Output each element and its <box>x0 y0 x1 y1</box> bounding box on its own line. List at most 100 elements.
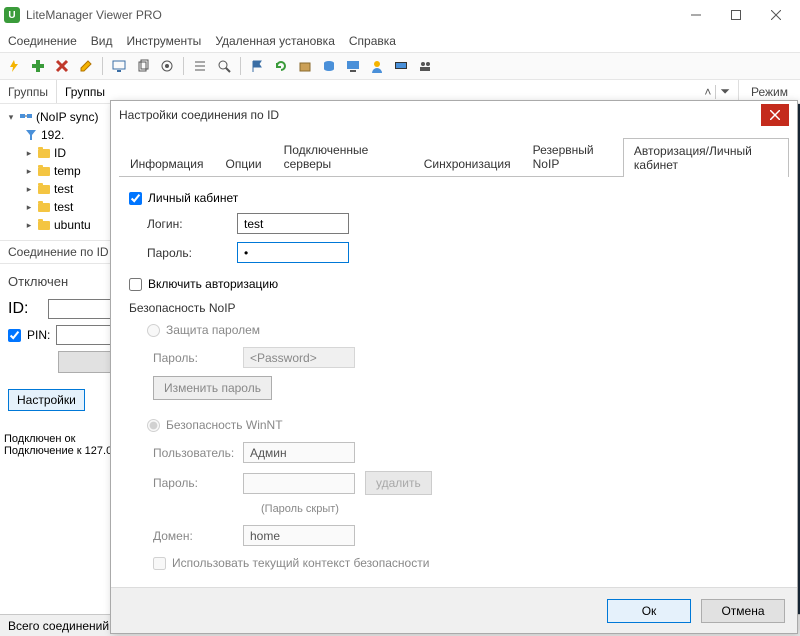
delete-icon[interactable] <box>52 56 72 76</box>
password-input[interactable] <box>237 242 349 263</box>
add-icon[interactable] <box>28 56 48 76</box>
folder-icon <box>37 146 51 160</box>
folder-icon <box>37 164 51 178</box>
tab-options[interactable]: Опции <box>214 151 272 176</box>
menubar: Соединение Вид Инструменты Удаленная уст… <box>0 30 800 52</box>
pin-checkbox[interactable] <box>8 329 21 342</box>
personal-cabinet-label: Личный кабинет <box>148 191 238 205</box>
db-icon[interactable] <box>319 56 339 76</box>
dialog-footer: Ок Отмена <box>111 587 797 633</box>
user-pass-input <box>243 473 355 494</box>
collapse-icon[interactable]: ▾ <box>6 112 16 123</box>
edit-icon[interactable] <box>76 56 96 76</box>
domain-row: Домен: <box>153 525 779 546</box>
tab-auth[interactable]: Авторизация/Личный кабинет <box>623 138 789 177</box>
expand-icon[interactable]: ▸ <box>24 220 34 231</box>
tab-sync[interactable]: Синхронизация <box>413 151 522 176</box>
protect-pass-label: Защита паролем <box>166 323 260 337</box>
breadcrumb-center: Группы <box>65 85 105 99</box>
list-icon[interactable] <box>190 56 210 76</box>
noip-pass-row: Пароль: <box>153 347 779 368</box>
ok-button[interactable]: Ок <box>607 599 691 623</box>
close-button[interactable] <box>766 5 786 25</box>
password-label: Пароль: <box>147 246 237 260</box>
display-icon[interactable] <box>391 56 411 76</box>
breadcrumb-right: Режим <box>739 85 800 99</box>
tab-servers[interactable]: Подключенные серверы <box>273 137 413 176</box>
user-pass-row: Пароль: удалить <box>153 471 779 495</box>
expand-icon[interactable]: ▸ <box>24 148 34 159</box>
titlebar: U LiteManager Viewer PRO <box>0 0 800 30</box>
refresh-icon[interactable] <box>271 56 291 76</box>
login-row: Логин: <box>147 213 779 234</box>
noip-security-label: Безопасность NoIP <box>129 301 779 315</box>
use-context-checkbox <box>153 557 166 570</box>
expand-icon[interactable]: ▸ <box>24 184 34 195</box>
menu-connection[interactable]: Соединение <box>8 34 77 48</box>
box-icon[interactable] <box>295 56 315 76</box>
enable-auth-checkbox[interactable] <box>129 278 142 291</box>
tree-item-label: test <box>54 182 73 196</box>
user-input <box>243 442 355 463</box>
expand-icon[interactable]: ▸ <box>24 202 34 213</box>
target-icon[interactable] <box>157 56 177 76</box>
domain-label: Домен: <box>153 529 243 543</box>
pin-label: PIN: <box>27 328 50 342</box>
folder-icon <box>37 218 51 232</box>
filter-icon <box>24 128 38 142</box>
menu-tools[interactable]: Инструменты <box>126 34 201 48</box>
tree-item-label: ubuntu <box>54 218 91 232</box>
copy-icon[interactable] <box>133 56 153 76</box>
tab-backup[interactable]: Резервный NoIP <box>522 137 623 176</box>
network-icon <box>19 110 33 124</box>
dialog-tabs: Информация Опции Подключенные серверы Си… <box>111 129 797 176</box>
use-context-label: Использовать текущий контекст безопаснос… <box>172 556 429 570</box>
maximize-button[interactable] <box>726 5 746 25</box>
user-icon[interactable] <box>367 56 387 76</box>
settings-button[interactable]: Настройки <box>8 389 85 411</box>
winnt-row: Безопасность WinNT <box>147 418 779 432</box>
change-pass-button: Изменить пароль <box>153 376 272 400</box>
domain-input <box>243 525 355 546</box>
empty-button[interactable] <box>58 351 113 373</box>
settings-dialog: Настройки соединения по ID Информация Оп… <box>110 100 798 634</box>
noip-pass-input <box>243 347 355 368</box>
users-icon[interactable] <box>415 56 435 76</box>
minimize-button[interactable] <box>686 5 706 25</box>
app-icon: U <box>4 7 20 23</box>
separator <box>183 57 184 75</box>
cancel-button[interactable]: Отмена <box>701 599 785 623</box>
enable-auth-row: Включить авторизацию <box>129 277 779 291</box>
screen-icon[interactable] <box>109 56 129 76</box>
use-context-row: Использовать текущий контекст безопаснос… <box>153 556 779 570</box>
tree-item-label: ID <box>54 146 66 160</box>
lightning-icon[interactable] <box>4 56 24 76</box>
login-input[interactable] <box>237 213 349 234</box>
personal-cabinet-row: Личный кабинет <box>129 191 779 205</box>
winnt-radio[interactable] <box>147 419 160 432</box>
noip-pass-label: Пароль: <box>153 351 243 365</box>
login-label: Логин: <box>147 217 237 231</box>
tab-info[interactable]: Информация <box>119 151 214 176</box>
personal-cabinet-checkbox[interactable] <box>129 192 142 205</box>
dialog-titlebar: Настройки соединения по ID <box>111 101 797 129</box>
menu-help[interactable]: Справка <box>349 34 396 48</box>
chevron-down-icon[interactable]: ⏷ <box>720 84 730 99</box>
radio-group: Защита паролем Пароль: Изменить пароль Б… <box>147 323 779 570</box>
hidden-note: (Пароль скрыт) <box>261 503 779 515</box>
tree-item-label: temp <box>54 164 81 178</box>
flag-icon[interactable] <box>247 56 267 76</box>
user-pass-label: Пароль: <box>153 476 243 490</box>
search-icon[interactable] <box>214 56 234 76</box>
protect-pass-radio[interactable] <box>147 324 160 337</box>
window-controls <box>686 5 796 25</box>
monitor-icon[interactable] <box>343 56 363 76</box>
app-title: LiteManager Viewer PRO <box>26 8 686 22</box>
separator <box>102 57 103 75</box>
dialog-close-button[interactable] <box>761 104 789 126</box>
protect-pass-row: Защита паролем <box>147 323 779 337</box>
menu-view[interactable]: Вид <box>91 34 113 48</box>
menu-remote-install[interactable]: Удаленная установка <box>215 34 335 48</box>
up-icon[interactable]: ˄ <box>704 85 711 99</box>
expand-icon[interactable]: ▸ <box>24 166 34 177</box>
